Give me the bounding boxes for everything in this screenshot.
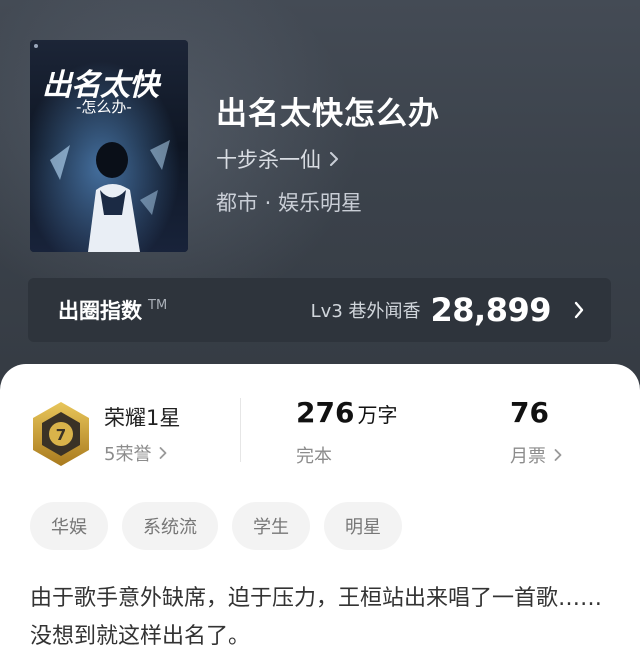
honor-title: 荣耀1星 [104,406,181,430]
author-name: 十步杀一仙 [216,148,321,172]
tag-list: 华娱 系统流 学生 明星 [30,502,402,550]
tag-chip[interactable]: 明星 [324,502,402,550]
tag-chip[interactable]: 华娱 [30,502,108,550]
tag-chip[interactable]: 学生 [232,502,310,550]
honor-link[interactable]: 5荣誉 [104,440,167,466]
honor-count: 5荣誉 [104,444,152,465]
book-header: 出名太快 -怎么办- 出名太快怎么办 十步杀一仙 都市 · 娱乐明星 出圈指数 … [0,0,640,400]
word-count-unit: 万字 [357,403,398,427]
svg-text:7: 7 [56,426,66,444]
trademark-mark: TM [148,297,168,313]
book-genre: 都市 · 娱乐明星 [216,191,363,215]
monthly-ticket-link[interactable]: 月票 [510,442,562,468]
book-title: 出名太快怎么办 [216,96,440,132]
word-count: 276 万字 [296,396,397,429]
chevron-right-icon [160,447,167,459]
index-label: 出圈指数 [58,299,142,323]
monthly-ticket-label: 月票 [510,446,546,467]
book-synopsis[interactable]: 由于歌手意外缺席，迫于压力，王桓站出来唱了一首歌……没想到就这样出名了。 [30,580,620,654]
cover-subtitle-text: -怎么办- [76,98,132,116]
index-value: 28,899 [430,291,552,329]
book-cover-image[interactable]: 出名太快 -怎么办- [30,40,188,252]
hexagon-badge-icon[interactable]: 7 [30,400,92,468]
tag-chip[interactable]: 系统流 [122,502,218,550]
chevron-right-icon [554,449,562,461]
stat-divider [240,398,241,462]
chevron-right-icon [330,152,338,166]
monthly-ticket-count: 76 [510,396,549,429]
author-link[interactable]: 十步杀一仙 [216,145,339,173]
chevron-right-icon [574,301,584,319]
popularity-index-bar[interactable]: 出圈指数 TM Lv3 巷外闻香 28,899 [28,278,611,342]
word-count-value: 276 [296,396,355,429]
index-level: Lv3 巷外闻香 [310,301,421,322]
completion-status: 完本 [296,446,332,467]
